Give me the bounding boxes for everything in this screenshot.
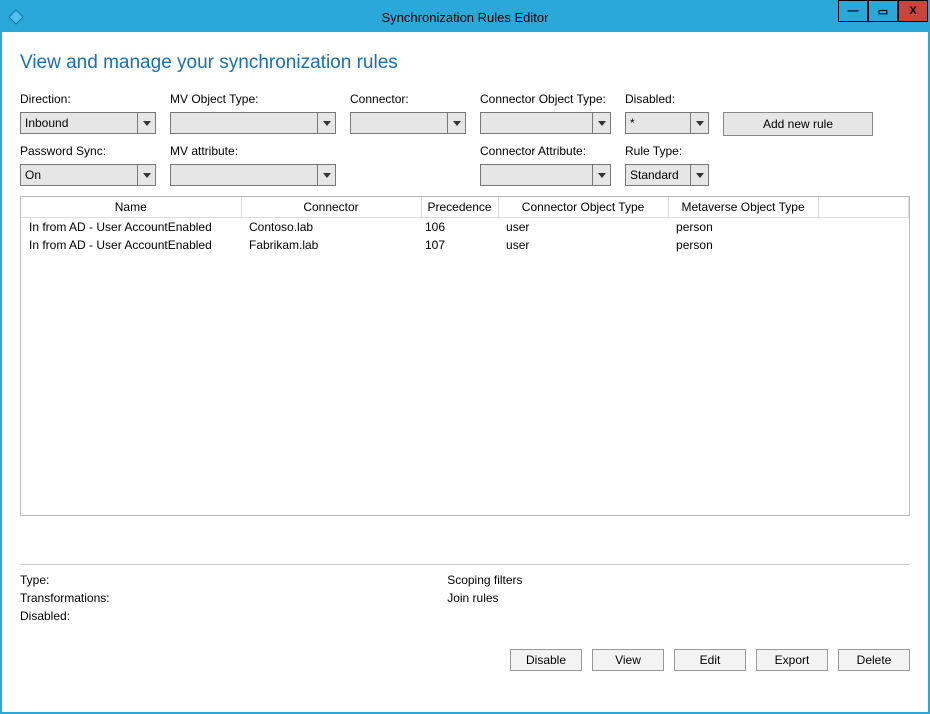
delete-button[interactable]: Delete xyxy=(838,649,910,671)
window-buttons: — ▭ X xyxy=(838,2,928,32)
col-connector[interactable]: Connector xyxy=(241,197,421,218)
table-row[interactable]: In from AD - User AccountEnabled Fabrika… xyxy=(21,236,909,254)
mv-object-type-label: MV Object Type: xyxy=(170,92,336,106)
connector-attribute-select[interactable] xyxy=(480,164,611,186)
rules-table[interactable]: Name Connector Precedence Connector Obje… xyxy=(21,197,909,254)
col-name[interactable]: Name xyxy=(21,197,241,218)
details-panel: Type: Transformations: Disabled: Scoping… xyxy=(20,571,910,625)
maximize-button[interactable]: ▭ xyxy=(868,0,898,22)
mv-attribute-label: MV attribute: xyxy=(170,144,336,158)
chevron-down-icon xyxy=(138,164,156,186)
col-connector-object-type[interactable]: Connector Object Type xyxy=(498,197,668,218)
chevron-down-icon xyxy=(593,164,611,186)
rules-table-container: Name Connector Precedence Connector Obje… xyxy=(20,196,910,516)
password-sync-label: Password Sync: xyxy=(20,144,156,158)
page-title: View and manage your synchronization rul… xyxy=(20,52,910,74)
chevron-down-icon xyxy=(593,112,611,134)
direction-label: Direction: xyxy=(20,92,156,106)
connector-attribute-label: Connector Attribute: xyxy=(480,144,611,158)
connector-label: Connector: xyxy=(350,92,466,106)
chevron-down-icon xyxy=(448,112,466,134)
table-row[interactable]: In from AD - User AccountEnabled Contoso… xyxy=(21,218,909,237)
mv-attribute-select[interactable] xyxy=(170,164,336,186)
rule-type-label: Rule Type: xyxy=(625,144,709,158)
password-sync-select[interactable]: On xyxy=(20,164,156,186)
mv-object-type-select[interactable] xyxy=(170,112,336,134)
titlebar: Synchronization Rules Editor — ▭ X xyxy=(2,2,928,32)
chevron-down-icon xyxy=(318,164,336,186)
window-title: Synchronization Rules Editor xyxy=(2,10,928,25)
chevron-down-icon xyxy=(691,112,709,134)
chevron-down-icon xyxy=(318,112,336,134)
app-window: Synchronization Rules Editor — ▭ X View … xyxy=(0,0,930,714)
scoping-filters-label: Scoping filters xyxy=(447,573,522,587)
col-metaverse-object-type[interactable]: Metaverse Object Type xyxy=(668,197,818,218)
disabled-detail-label: Disabled: xyxy=(20,609,70,623)
minimize-button[interactable]: — xyxy=(838,0,868,22)
disabled-select[interactable]: * xyxy=(625,112,709,134)
transformations-label: Transformations: xyxy=(20,591,110,605)
client-area: View and manage your synchronization rul… xyxy=(2,32,928,712)
disabled-label: Disabled: xyxy=(625,92,709,106)
action-buttons: Disable View Edit Export Delete xyxy=(20,649,910,671)
connector-object-type-select[interactable] xyxy=(480,112,611,134)
join-rules-label: Join rules xyxy=(447,591,498,605)
connector-select[interactable] xyxy=(350,112,466,134)
connector-object-type-label: Connector Object Type: xyxy=(480,92,611,106)
chevron-down-icon xyxy=(138,112,156,134)
filter-panel: Direction: MV Object Type: Connector: Co… xyxy=(20,92,910,186)
section-divider xyxy=(20,564,910,565)
chevron-down-icon xyxy=(691,164,709,186)
disable-button[interactable]: Disable xyxy=(510,649,582,671)
rule-type-select[interactable]: Standard xyxy=(625,164,709,186)
close-button[interactable]: X xyxy=(898,0,928,22)
type-label: Type: xyxy=(20,573,49,587)
direction-select[interactable]: Inbound xyxy=(20,112,156,134)
app-icon xyxy=(8,9,24,25)
add-new-rule-button[interactable]: Add new rule xyxy=(723,112,873,136)
table-header-row[interactable]: Name Connector Precedence Connector Obje… xyxy=(21,197,909,218)
export-button[interactable]: Export xyxy=(756,649,828,671)
col-precedence[interactable]: Precedence xyxy=(421,197,498,218)
edit-button[interactable]: Edit xyxy=(674,649,746,671)
view-button[interactable]: View xyxy=(592,649,664,671)
